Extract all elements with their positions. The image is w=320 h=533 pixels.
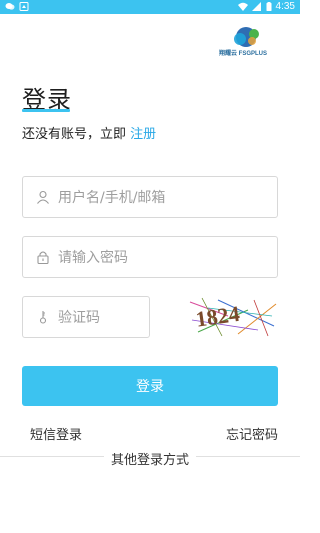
- password-field[interactable]: 请输入密码: [22, 236, 278, 278]
- lock-icon: [37, 251, 49, 264]
- key-icon: [39, 311, 47, 324]
- captcha-char-1: 1824: [194, 301, 241, 332]
- other-login-label: 其他登录方式: [110, 453, 189, 468]
- chat-bubble-icon: [5, 3, 15, 10]
- login-button-label: 登录: [136, 379, 164, 395]
- clock-time: 4:35: [275, 1, 295, 12]
- divider-right: [196, 456, 300, 457]
- login-button[interactable]: 登录: [22, 366, 278, 406]
- password-placeholder: 请输入密码: [58, 250, 128, 266]
- captcha-image[interactable]: 1824: [188, 296, 278, 338]
- captcha-field[interactable]: 验证码: [22, 296, 150, 338]
- captcha-placeholder: 验证码: [58, 310, 100, 326]
- other-login-divider: 其他登录方式: [0, 449, 300, 468]
- battery-icon: [266, 2, 272, 11]
- status-bar: 4:35: [0, 0, 300, 14]
- logo-mark-icon: [234, 27, 259, 47]
- title-underline: [22, 109, 70, 112]
- sms-login-link[interactable]: 短信登录: [30, 424, 82, 443]
- signup-prompt: 还没有账号，立即 注册: [22, 123, 156, 142]
- captcha-noise: 1824: [189, 297, 277, 337]
- wifi-icon: [237, 2, 248, 11]
- logo-text: 翔耀云 FSGPLUS: [218, 51, 267, 57]
- cell-signal-icon: [251, 2, 261, 11]
- username-field[interactable]: 用户名/手机/邮箱: [22, 176, 278, 218]
- username-placeholder: 用户名/手机/邮箱: [58, 190, 166, 206]
- signup-prompt-text: 还没有账号，立即: [22, 127, 127, 142]
- signup-link[interactable]: 注册: [130, 127, 156, 142]
- user-icon: [37, 190, 49, 204]
- notification-icon: [19, 2, 29, 11]
- forgot-password-link[interactable]: 忘记密码: [226, 424, 278, 443]
- brand-logo: 翔耀云 FSGPLUS: [210, 26, 276, 58]
